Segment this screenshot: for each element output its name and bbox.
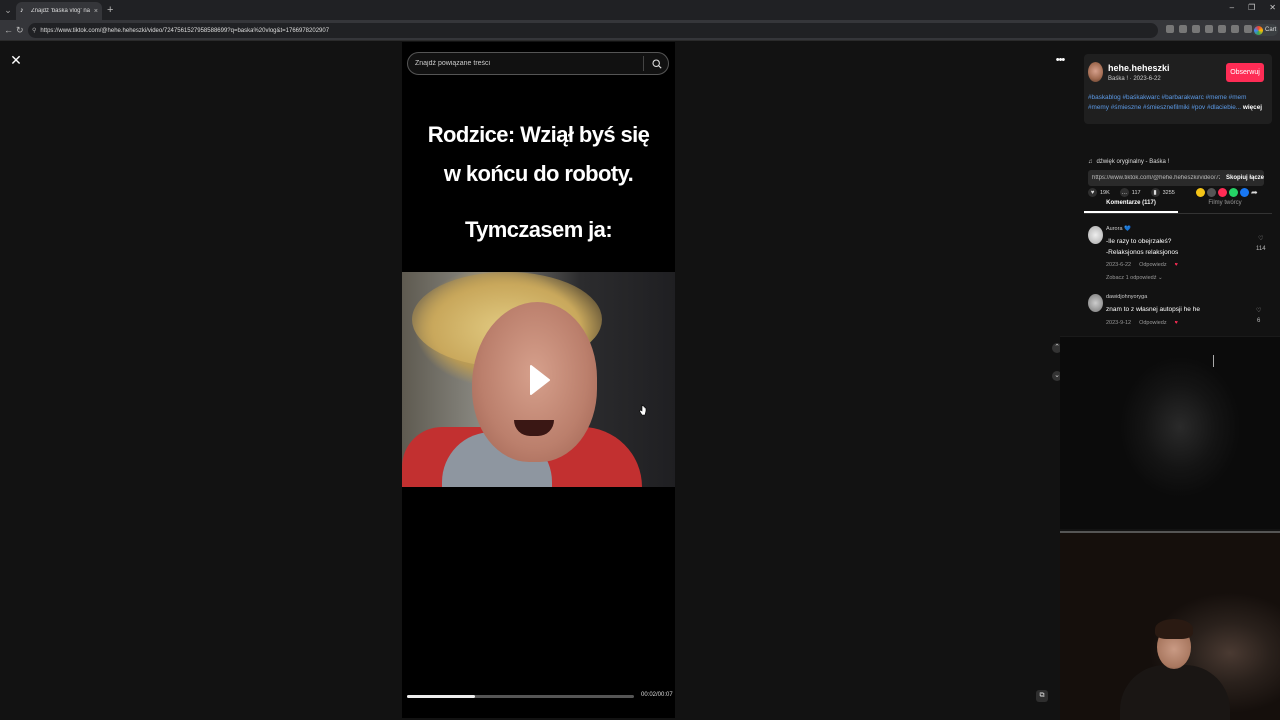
author-name[interactable]: hehe.heheszki xyxy=(1108,63,1170,73)
profile-avatar xyxy=(1254,25,1263,35)
share-link-text[interactable]: https://www.tiktok.com/@hehe.heheszki/vi… xyxy=(1088,175,1220,181)
tab-creator-videos[interactable]: Filmy twórcy xyxy=(1178,194,1272,213)
mouse-cursor-icon xyxy=(639,404,647,416)
more-options-icon[interactable]: ••• xyxy=(1052,54,1068,70)
close-icon[interactable]: ✕ xyxy=(8,52,24,68)
window-close-icon[interactable]: ✕ xyxy=(1269,3,1276,12)
comment-like-count: 114 xyxy=(1256,246,1266,252)
view-replies-link[interactable]: Zobacz 1 odpowiedź ⌄ xyxy=(1106,275,1163,281)
extension-icon[interactable] xyxy=(1192,25,1200,33)
play-icon[interactable] xyxy=(529,364,551,396)
side-panel: hehe.heheszki Baśka ! · 2023-6-22 Obserw… xyxy=(1078,42,1280,334)
address-toolbar: ← ↻ ⚲ https://www.tiktok.com/@hehe.hehes… xyxy=(0,20,1280,41)
comment-text: -Ile razy to obejrzałeś? -Relaksjonos re… xyxy=(1106,238,1179,256)
video-caption-line-2: Tymczasem ja: xyxy=(464,217,613,242)
webcam-cursor-mark xyxy=(1213,355,1214,367)
webcam-person-body xyxy=(1120,665,1230,720)
description-more-link[interactable]: więcej xyxy=(1243,104,1262,111)
sound-name: dźwięk oryginalny - Baśka ! xyxy=(1096,159,1170,165)
comment-text: znam to z własnej autopsji he he xyxy=(1106,306,1200,313)
related-search-bar xyxy=(407,52,669,75)
comment-heart-icon: ♡ xyxy=(1256,308,1262,314)
video-time: 00:02/00:07 xyxy=(641,692,673,698)
comment-avatar[interactable] xyxy=(1088,294,1103,312)
video-progress-bar[interactable] xyxy=(407,695,634,698)
comment-avatar[interactable] xyxy=(1088,226,1103,244)
video-player[interactable]: Rodzice: Wziął byś się w końcu do roboty… xyxy=(402,42,675,718)
tiktok-favicon-icon: ♪ xyxy=(20,7,24,14)
tab-comments[interactable]: Komentarze (117) xyxy=(1084,194,1178,213)
reply-button[interactable]: Odpowiedz xyxy=(1139,320,1167,326)
comment-item: dawidjohnyoryga znam to z własnej autops… xyxy=(1086,294,1274,334)
reload-icon[interactable]: ↻ xyxy=(16,25,24,36)
extension-icon[interactable] xyxy=(1179,25,1187,33)
share-link-row: https://www.tiktok.com/@hehe.heheszki/vi… xyxy=(1088,170,1264,186)
url-bar[interactable]: ⚲ https://www.tiktok.com/@hehe.heheszki/… xyxy=(28,23,1158,38)
profile-label: Cart xyxy=(1265,27,1277,33)
new-tab-button[interactable]: + xyxy=(107,3,113,17)
extension-icon[interactable] xyxy=(1166,25,1174,33)
related-search-input[interactable] xyxy=(415,60,643,67)
comment-meta: 2023-9-12 Odpowiedz ♥ xyxy=(1106,320,1178,326)
webcam-overlay-top xyxy=(1060,336,1280,529)
comment-username[interactable]: dawidjohnyoryga xyxy=(1106,294,1147,300)
extension-icon[interactable] xyxy=(1218,25,1226,33)
sound-row[interactable]: ♫ dźwięk oryginalny - Baśka ! xyxy=(1088,159,1169,165)
minimize-icon[interactable]: – xyxy=(1230,3,1234,12)
comment-item: Aurora 💙 -Ile razy to obejrzałeś? -Relak… xyxy=(1086,226,1274,286)
webcam-person-hair xyxy=(1155,619,1193,639)
extension-icon[interactable] xyxy=(1244,25,1252,33)
tab-search-chevron-icon[interactable]: ⌄ xyxy=(2,3,14,17)
tab-close-icon[interactable]: × xyxy=(94,8,98,15)
extension-icons xyxy=(1166,25,1265,33)
author-subtitle: Baśka ! · 2023-6-22 xyxy=(1108,76,1161,82)
creator-liked-icon: ♥ xyxy=(1174,262,1178,268)
comment-like-count: 6 xyxy=(1257,318,1261,324)
extension-icon[interactable] xyxy=(1231,25,1239,33)
copy-link-button[interactable]: Skopiuj łącze xyxy=(1220,175,1264,181)
page-bottom-icons: ⧉ xyxy=(1036,690,1048,702)
url-text: https://www.tiktok.com/@hehe.heheszki/vi… xyxy=(40,27,330,34)
comment-username[interactable]: Aurora 💙 xyxy=(1106,226,1131,232)
search-icon[interactable] xyxy=(650,57,664,71)
description-hashtags[interactable]: #baskablog #baśkakwarc #barbarakwarc #me… xyxy=(1088,94,1246,111)
back-icon[interactable]: ← xyxy=(4,25,13,36)
panel-tabs: Komentarze (117) Filmy twórcy xyxy=(1084,194,1272,214)
author-avatar[interactable] xyxy=(1088,62,1103,82)
music-note-icon: ♫ xyxy=(1088,159,1093,165)
video-caption-line-1: Rodzice: Wziął byś się w końcu do roboty… xyxy=(427,122,650,186)
reply-button[interactable]: Odpowiedz xyxy=(1139,262,1167,268)
video-description: #baskablog #baśkakwarc #barbarakwarc #me… xyxy=(1088,93,1266,113)
mini-player-icon[interactable]: ⧉ xyxy=(1036,690,1048,702)
browser-tab-bar: ⌄ ♪ Znajdź 'baska vlog' na TikTok | 'Wy … xyxy=(0,0,1280,20)
search-divider xyxy=(643,56,644,71)
restore-icon[interactable]: ❐ xyxy=(1248,3,1255,12)
creator-liked-icon: ♥ xyxy=(1174,320,1178,326)
extension-icon[interactable] xyxy=(1205,25,1213,33)
comment-date: 2023-6-22 xyxy=(1106,262,1132,268)
video-progress-fill xyxy=(407,695,476,698)
profile-button[interactable]: Cart xyxy=(1252,24,1278,36)
webcam-overlay-bottom xyxy=(1060,533,1280,720)
author-card: hehe.heheszki Baśka ! · 2023-6-22 Obserw… xyxy=(1084,54,1272,124)
browser-tab[interactable]: ♪ Znajdź 'baska vlog' na TikTok | 'Wy × xyxy=(16,2,102,20)
site-info-icon[interactable]: ⚲ xyxy=(32,27,36,34)
follow-button[interactable]: Obserwuj xyxy=(1226,63,1264,82)
tab-title: Znajdź 'baska vlog' na TikTok | 'Wy xyxy=(31,8,91,14)
comment-date: 2023-9-12 xyxy=(1106,320,1132,326)
comment-like[interactable]: ♡ 114 xyxy=(1256,234,1266,254)
comment-meta: 2023-6-22 Odpowiedz ♥ xyxy=(1106,262,1178,268)
comment-heart-icon: ♡ xyxy=(1258,236,1264,242)
window-controls: – ❐ ✕ xyxy=(1230,3,1276,12)
comment-like[interactable]: ♡ 6 xyxy=(1256,306,1261,326)
video-frame[interactable] xyxy=(402,272,675,487)
